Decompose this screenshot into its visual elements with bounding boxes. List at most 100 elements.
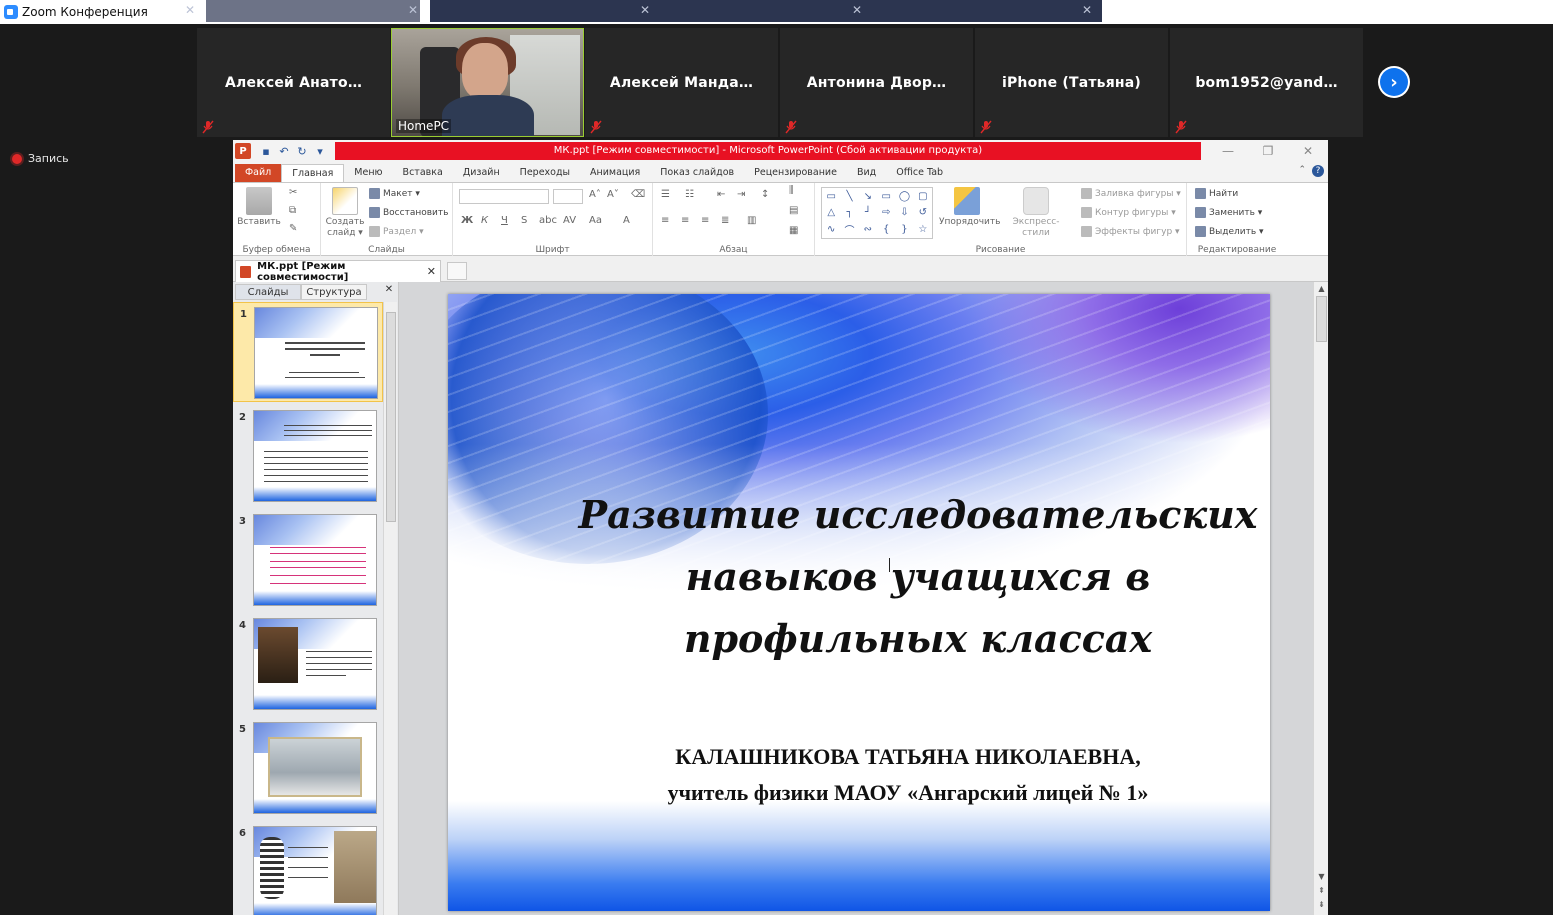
- increase-indent-icon[interactable]: ⇥: [737, 189, 745, 200]
- bullets-icon[interactable]: ☰: [661, 189, 670, 200]
- slide-thumbnail[interactable]: 5: [233, 718, 383, 818]
- undo-icon[interactable]: ↶: [277, 144, 291, 158]
- recording-indicator[interactable]: Запись: [12, 152, 69, 165]
- replace-button[interactable]: Заменить ▾: [1195, 207, 1262, 218]
- format-painter-icon[interactable]: ✎: [289, 223, 297, 234]
- shapes-gallery[interactable]: ▭ ╲ ↘ ▭ ◯ ▢ △ ┐ ┘ ⇨ ⇩ ↺ ∿ ⌒ ∾{} ☆: [821, 187, 933, 239]
- brace-right-shape-icon[interactable]: }: [895, 221, 913, 238]
- find-button[interactable]: Найти: [1195, 188, 1238, 199]
- arc-shape-icon[interactable]: ⌒: [840, 221, 858, 238]
- arrange-button[interactable]: Упорядочить: [939, 187, 1000, 228]
- scrollbar-thumb[interactable]: [386, 312, 396, 522]
- help-icon[interactable]: ?: [1312, 165, 1324, 177]
- tab-file[interactable]: Файл: [235, 164, 282, 182]
- previous-slide-icon[interactable]: ⇞: [1314, 886, 1328, 895]
- tab-outline[interactable]: Структура: [301, 284, 367, 300]
- curve-shape-icon[interactable]: ↺: [914, 205, 932, 222]
- shadow-icon[interactable]: S: [521, 215, 527, 226]
- font-name-field[interactable]: [459, 189, 549, 204]
- customize-icon[interactable]: ▾: [313, 144, 327, 158]
- shape-effects-button[interactable]: Эффекты фигур ▾: [1081, 226, 1180, 237]
- columns-icon[interactable]: ▥: [747, 215, 756, 226]
- slides-pane-scrollbar[interactable]: [383, 302, 397, 915]
- justify-icon[interactable]: ≣: [721, 215, 729, 226]
- tab-review[interactable]: Рецензирование: [744, 164, 847, 182]
- shrink-font-icon[interactable]: A˅: [607, 189, 619, 200]
- section-button[interactable]: Раздел ▾: [369, 226, 424, 237]
- brace-left-shape-icon[interactable]: {: [877, 221, 895, 238]
- freeform-shape-icon[interactable]: ∿: [822, 221, 840, 238]
- change-case-icon[interactable]: Aa: [589, 215, 602, 226]
- slide-author[interactable]: КАЛАШНИКОВА ТАТЬЯНА НИКОЛАЕВНА, учитель …: [588, 739, 1228, 811]
- shape-outline-button[interactable]: Контур фигуры ▾: [1081, 207, 1176, 218]
- down-arrow-shape-icon[interactable]: ⇩: [895, 205, 913, 222]
- participant-tile[interactable]: Антонина Двор…: [780, 28, 973, 137]
- redo-icon[interactable]: ↻: [295, 144, 309, 158]
- grow-font-icon[interactable]: A˄: [589, 189, 601, 200]
- slide-thumbnail[interactable]: 4: [233, 614, 383, 714]
- rect-shape-icon[interactable]: ▭: [877, 188, 895, 205]
- elbow-shape-icon[interactable]: ┘: [859, 205, 877, 222]
- oval-shape-icon[interactable]: ◯: [895, 188, 913, 205]
- paste-button[interactable]: Вставить: [237, 187, 281, 228]
- participant-tile[interactable]: Алексей Анато…: [197, 28, 390, 137]
- new-tab-button[interactable]: [447, 262, 467, 280]
- font-color-icon[interactable]: A: [623, 215, 630, 226]
- restore-icon[interactable]: ❐: [1248, 140, 1288, 162]
- scroll-down-icon[interactable]: ▼: [1314, 872, 1328, 881]
- close-icon[interactable]: ✕: [427, 265, 436, 278]
- clear-format-icon[interactable]: ⌫: [631, 189, 645, 200]
- tab-slides[interactable]: Слайды: [235, 284, 301, 300]
- underline-icon[interactable]: Ч: [501, 215, 508, 226]
- tab-insert[interactable]: Вставка: [393, 164, 453, 182]
- rounded-rect-shape-icon[interactable]: ▢: [914, 188, 932, 205]
- participant-video-tile[interactable]: HomePC: [391, 28, 584, 137]
- align-center-icon[interactable]: ≡: [681, 215, 689, 226]
- textbox-shape-icon[interactable]: ▭: [822, 188, 840, 205]
- italic-icon[interactable]: К: [481, 215, 488, 226]
- minimize-icon[interactable]: —: [1208, 140, 1248, 162]
- shape-fill-button[interactable]: Заливка фигуры ▾: [1081, 188, 1181, 199]
- tab-office-tab[interactable]: Office Tab: [886, 164, 953, 182]
- slide-thumbnail[interactable]: 3: [233, 510, 383, 610]
- align-text-icon[interactable]: ▤: [789, 205, 798, 216]
- tab-view[interactable]: Вид: [847, 164, 886, 182]
- save-icon[interactable]: ▪: [259, 144, 273, 158]
- layout-button[interactable]: Макет ▾: [369, 188, 420, 199]
- tab-slideshow[interactable]: Показ слайдов: [650, 164, 744, 182]
- tab-transitions[interactable]: Переходы: [510, 164, 580, 182]
- triangle-shape-icon[interactable]: △: [822, 205, 840, 222]
- align-right-icon[interactable]: ≡: [701, 215, 709, 226]
- font-size-field[interactable]: [553, 189, 583, 204]
- block-arrow-shape-icon[interactable]: ⇨: [877, 205, 895, 222]
- slide-title[interactable]: Развитие исследовательских навыков учащи…: [578, 484, 1258, 670]
- tab-animation[interactable]: Анимация: [580, 164, 650, 182]
- line-spacing-icon[interactable]: ↕: [761, 189, 769, 200]
- new-slide-button[interactable]: Создать слайд ▾: [323, 187, 367, 239]
- current-slide[interactable]: Развитие исследовательских навыков учащи…: [448, 294, 1270, 911]
- char-spacing-icon[interactable]: AV: [563, 215, 576, 226]
- arrow-shape-icon[interactable]: ↘: [859, 188, 877, 205]
- participant-tile[interactable]: iPhone (Татьяна): [975, 28, 1168, 137]
- tab-design[interactable]: Дизайн: [453, 164, 510, 182]
- decrease-indent-icon[interactable]: ⇤: [717, 189, 725, 200]
- smartart-icon[interactable]: ▦: [789, 225, 798, 236]
- participant-tile[interactable]: bom1952@yand…: [1170, 28, 1363, 137]
- reset-button[interactable]: Восстановить: [369, 207, 448, 218]
- document-tab[interactable]: МК.ppt [Режим совместимости] ✕: [235, 260, 441, 283]
- line-shape-icon[interactable]: ╲: [840, 188, 858, 205]
- copy-icon[interactable]: ⧉: [289, 205, 296, 216]
- scrollbar-thumb[interactable]: [1316, 296, 1327, 342]
- strikethrough-icon[interactable]: abc: [539, 215, 557, 226]
- tab-menu[interactable]: Меню: [344, 164, 392, 182]
- text-direction-icon[interactable]: ⫼: [789, 185, 794, 196]
- connector-shape-icon[interactable]: ┐: [840, 205, 858, 222]
- close-icon[interactable]: ✕: [381, 284, 397, 300]
- bold-icon[interactable]: Ж: [461, 215, 473, 226]
- tab-home[interactable]: Главная: [281, 164, 345, 182]
- align-left-icon[interactable]: ≡: [661, 215, 669, 226]
- scroll-up-icon[interactable]: ▲: [1314, 284, 1328, 293]
- close-icon[interactable]: ✕: [1288, 140, 1328, 162]
- next-participants-button[interactable]: ›: [1378, 66, 1410, 98]
- slide-scrollbar[interactable]: ▲ ▼ ⇞ ⇟: [1313, 282, 1328, 915]
